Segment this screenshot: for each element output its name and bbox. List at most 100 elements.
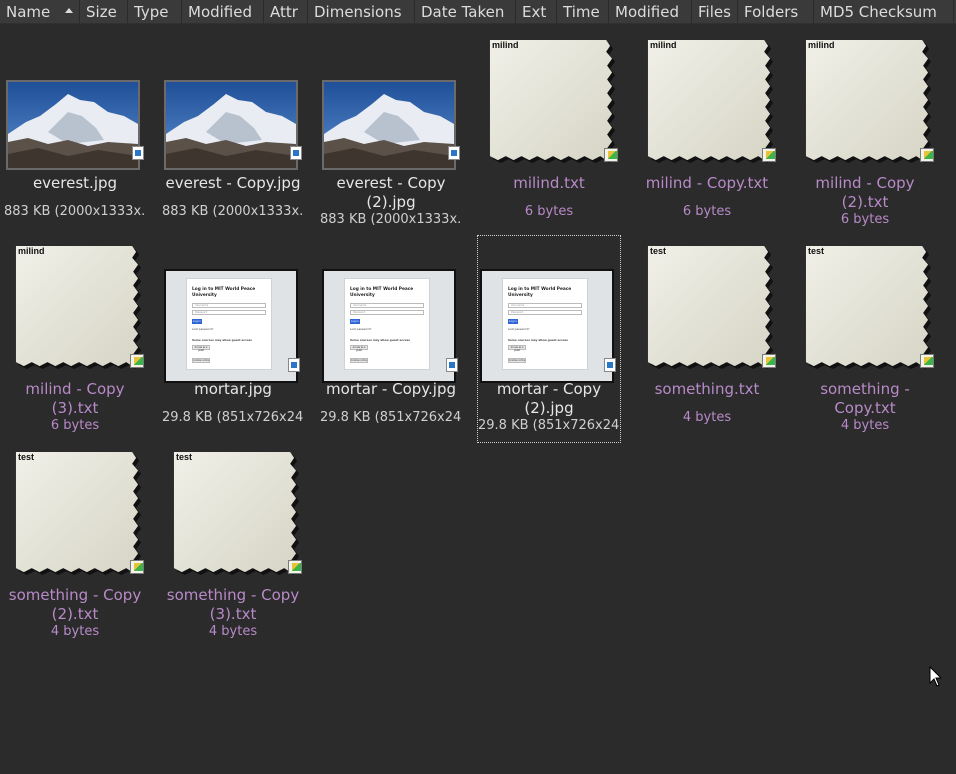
column-header-ext[interactable]: Ext — [516, 0, 557, 23]
thumbnail: Log in to MIT World Peace University User… — [478, 236, 620, 383]
image-thumbnail — [6, 80, 140, 170]
preview-username-field: Username — [508, 303, 582, 308]
file-tile[interactable]: Log in to MIT World Peace University User… — [320, 236, 462, 442]
preview-title: Log in to MIT World Peace University — [192, 287, 256, 298]
text-preview-content: test — [18, 452, 35, 462]
column-header-size[interactable]: Size — [80, 0, 128, 23]
text-file-icon — [604, 148, 618, 162]
image-thumbnail: Log in to MIT World Peace University User… — [322, 269, 456, 383]
text-preview-content: test — [176, 452, 193, 462]
text-file-icon — [762, 354, 776, 368]
column-header-name[interactable]: Name — [0, 0, 80, 23]
file-tile[interactable]: test something - Copy (3).txt 4 bytes — [162, 442, 304, 648]
file-tile[interactable]: everest.jpg 883 KB (2000x1333x... — [4, 30, 146, 236]
image-thumbnail: Log in to MIT World Peace University User… — [164, 269, 298, 383]
column-header-label: Modified — [615, 2, 680, 21]
file-name: everest.jpg — [32, 174, 118, 192]
column-header-md5[interactable]: MD5 Checksum — [814, 0, 954, 23]
thumbnail: test — [794, 236, 936, 376]
preview-lost-password: Lost password? — [350, 327, 372, 331]
text-file-icon — [130, 560, 144, 574]
column-header-label: Modified — [188, 2, 253, 21]
file-info: 6 bytes — [524, 204, 574, 219]
text-preview-content: test — [808, 246, 825, 256]
preview-login-button: Log in — [508, 319, 518, 324]
thumbnail: Log in to MIT World Peace University User… — [320, 236, 462, 383]
column-header-type[interactable]: Type — [128, 0, 182, 23]
sort-ascending-icon — [65, 7, 73, 13]
file-tile[interactable]: test something.txt 4 bytes — [636, 236, 778, 442]
column-header-date-taken[interactable]: Date Taken — [415, 0, 516, 23]
preview-lost-password: Lost password? — [508, 327, 530, 331]
column-header-attr[interactable]: Attr — [264, 0, 308, 23]
file-info: 883 KB (2000x1333x... — [4, 204, 146, 219]
file-info: 883 KB (2000x1333x... — [162, 204, 304, 219]
thumbnail — [162, 30, 304, 170]
text-preview-thumbnail: milind — [488, 38, 616, 166]
file-name: something - Copy (3).txt — [166, 586, 300, 623]
column-header-label: Date Taken — [421, 2, 505, 21]
text-preview-content: milind — [650, 40, 677, 50]
thumbnail: Log in to MIT World Peace University User… — [162, 236, 304, 383]
file-tile[interactable]: Log in to MIT World Peace University User… — [162, 236, 304, 442]
file-tile[interactable]: Log in to MIT World Peace University User… — [477, 235, 621, 443]
preview-lost-password: Lost password? — [192, 327, 214, 331]
column-header-label: Dimensions — [314, 2, 402, 21]
thumbnail: milind — [478, 30, 620, 170]
column-header-folders[interactable]: Folders — [738, 0, 814, 23]
text-preview-thumbnail: test — [14, 450, 142, 578]
column-header-label: Time — [563, 2, 600, 21]
preview-guest-button: Access as a guest — [192, 345, 210, 352]
file-name: mortar - Copy.jpg — [325, 380, 457, 398]
file-name: something.txt — [654, 380, 760, 398]
text-preview-thumbnail: milind — [804, 38, 932, 166]
file-info: 29.8 KB (851x726x24) — [162, 410, 304, 425]
login-card-preview: Log in to MIT World Peace University User… — [502, 278, 588, 370]
file-tile[interactable]: everest - Copy (2).jpg 883 KB (2000x1333x… — [320, 30, 462, 236]
column-header-modified[interactable]: Modified — [182, 0, 264, 23]
column-header-label: Ext — [522, 2, 547, 21]
file-tile[interactable]: everest - Copy.jpg 883 KB (2000x1333x... — [162, 30, 304, 236]
column-header-time[interactable]: Time — [557, 0, 609, 23]
image-file-icon — [290, 146, 302, 160]
image-file-icon — [288, 358, 300, 372]
column-header-modified-2[interactable]: Modified — [609, 0, 692, 23]
column-header-dimensions[interactable]: Dimensions — [308, 0, 415, 23]
preview-login-button: Log in — [350, 319, 360, 324]
file-thumbnail-grid: everest.jpg 883 KB (2000x1333x... everest … — [0, 24, 956, 774]
preview-password-field: Password — [508, 310, 582, 315]
file-tile[interactable]: milind milind - Copy (3).txt 6 bytes — [4, 236, 146, 442]
preview-guest-note: Some courses may allow guest access — [192, 338, 252, 342]
preview-password-field: Password — [192, 310, 266, 315]
thumbnail: milind — [794, 30, 936, 170]
column-header-files[interactable]: Files — [692, 0, 738, 23]
thumbnail: milind — [4, 236, 146, 376]
login-card-preview: Log in to MIT World Peace University User… — [186, 278, 272, 370]
file-tile[interactable]: test something - Copy (2).txt 4 bytes — [4, 442, 146, 648]
text-preview-content: test — [650, 246, 667, 256]
column-header-bar: Name Size Type Modified Attr Dimensions … — [0, 0, 956, 24]
file-name: milind.txt — [513, 174, 585, 192]
preview-cookies-button: Cookies notice — [350, 358, 368, 363]
file-tile[interactable]: milind milind.txt 6 bytes — [478, 30, 620, 236]
file-name: milind - Copy.txt — [645, 174, 769, 192]
file-tile[interactable]: test something - Copy.txt 4 bytes — [794, 236, 936, 442]
file-name: everest - Copy (2).jpg — [336, 174, 446, 211]
text-preview-content: milind — [808, 40, 835, 50]
text-preview-content: milind — [18, 246, 45, 256]
image-thumbnail — [164, 80, 298, 170]
file-name: milind - Copy (2).txt — [815, 174, 915, 211]
column-header-label: Type — [134, 2, 169, 21]
file-info: 29.8 KB (851x726x24) — [320, 410, 462, 425]
text-file-icon — [130, 354, 144, 368]
text-file-icon — [920, 354, 934, 368]
file-tile[interactable]: milind milind - Copy (2).txt 6 bytes — [794, 30, 936, 236]
file-info: 6 bytes — [682, 204, 732, 219]
preview-guest-button: Access as a guest — [508, 345, 526, 352]
text-preview-thumbnail: milind — [646, 38, 774, 166]
file-info: 883 KB (2000x1333x... — [320, 212, 462, 227]
file-info: 4 bytes — [208, 624, 258, 639]
file-tile[interactable]: milind milind - Copy.txt 6 bytes — [636, 30, 778, 236]
column-header-label: Files — [698, 2, 731, 21]
image-thumbnail — [322, 80, 456, 170]
